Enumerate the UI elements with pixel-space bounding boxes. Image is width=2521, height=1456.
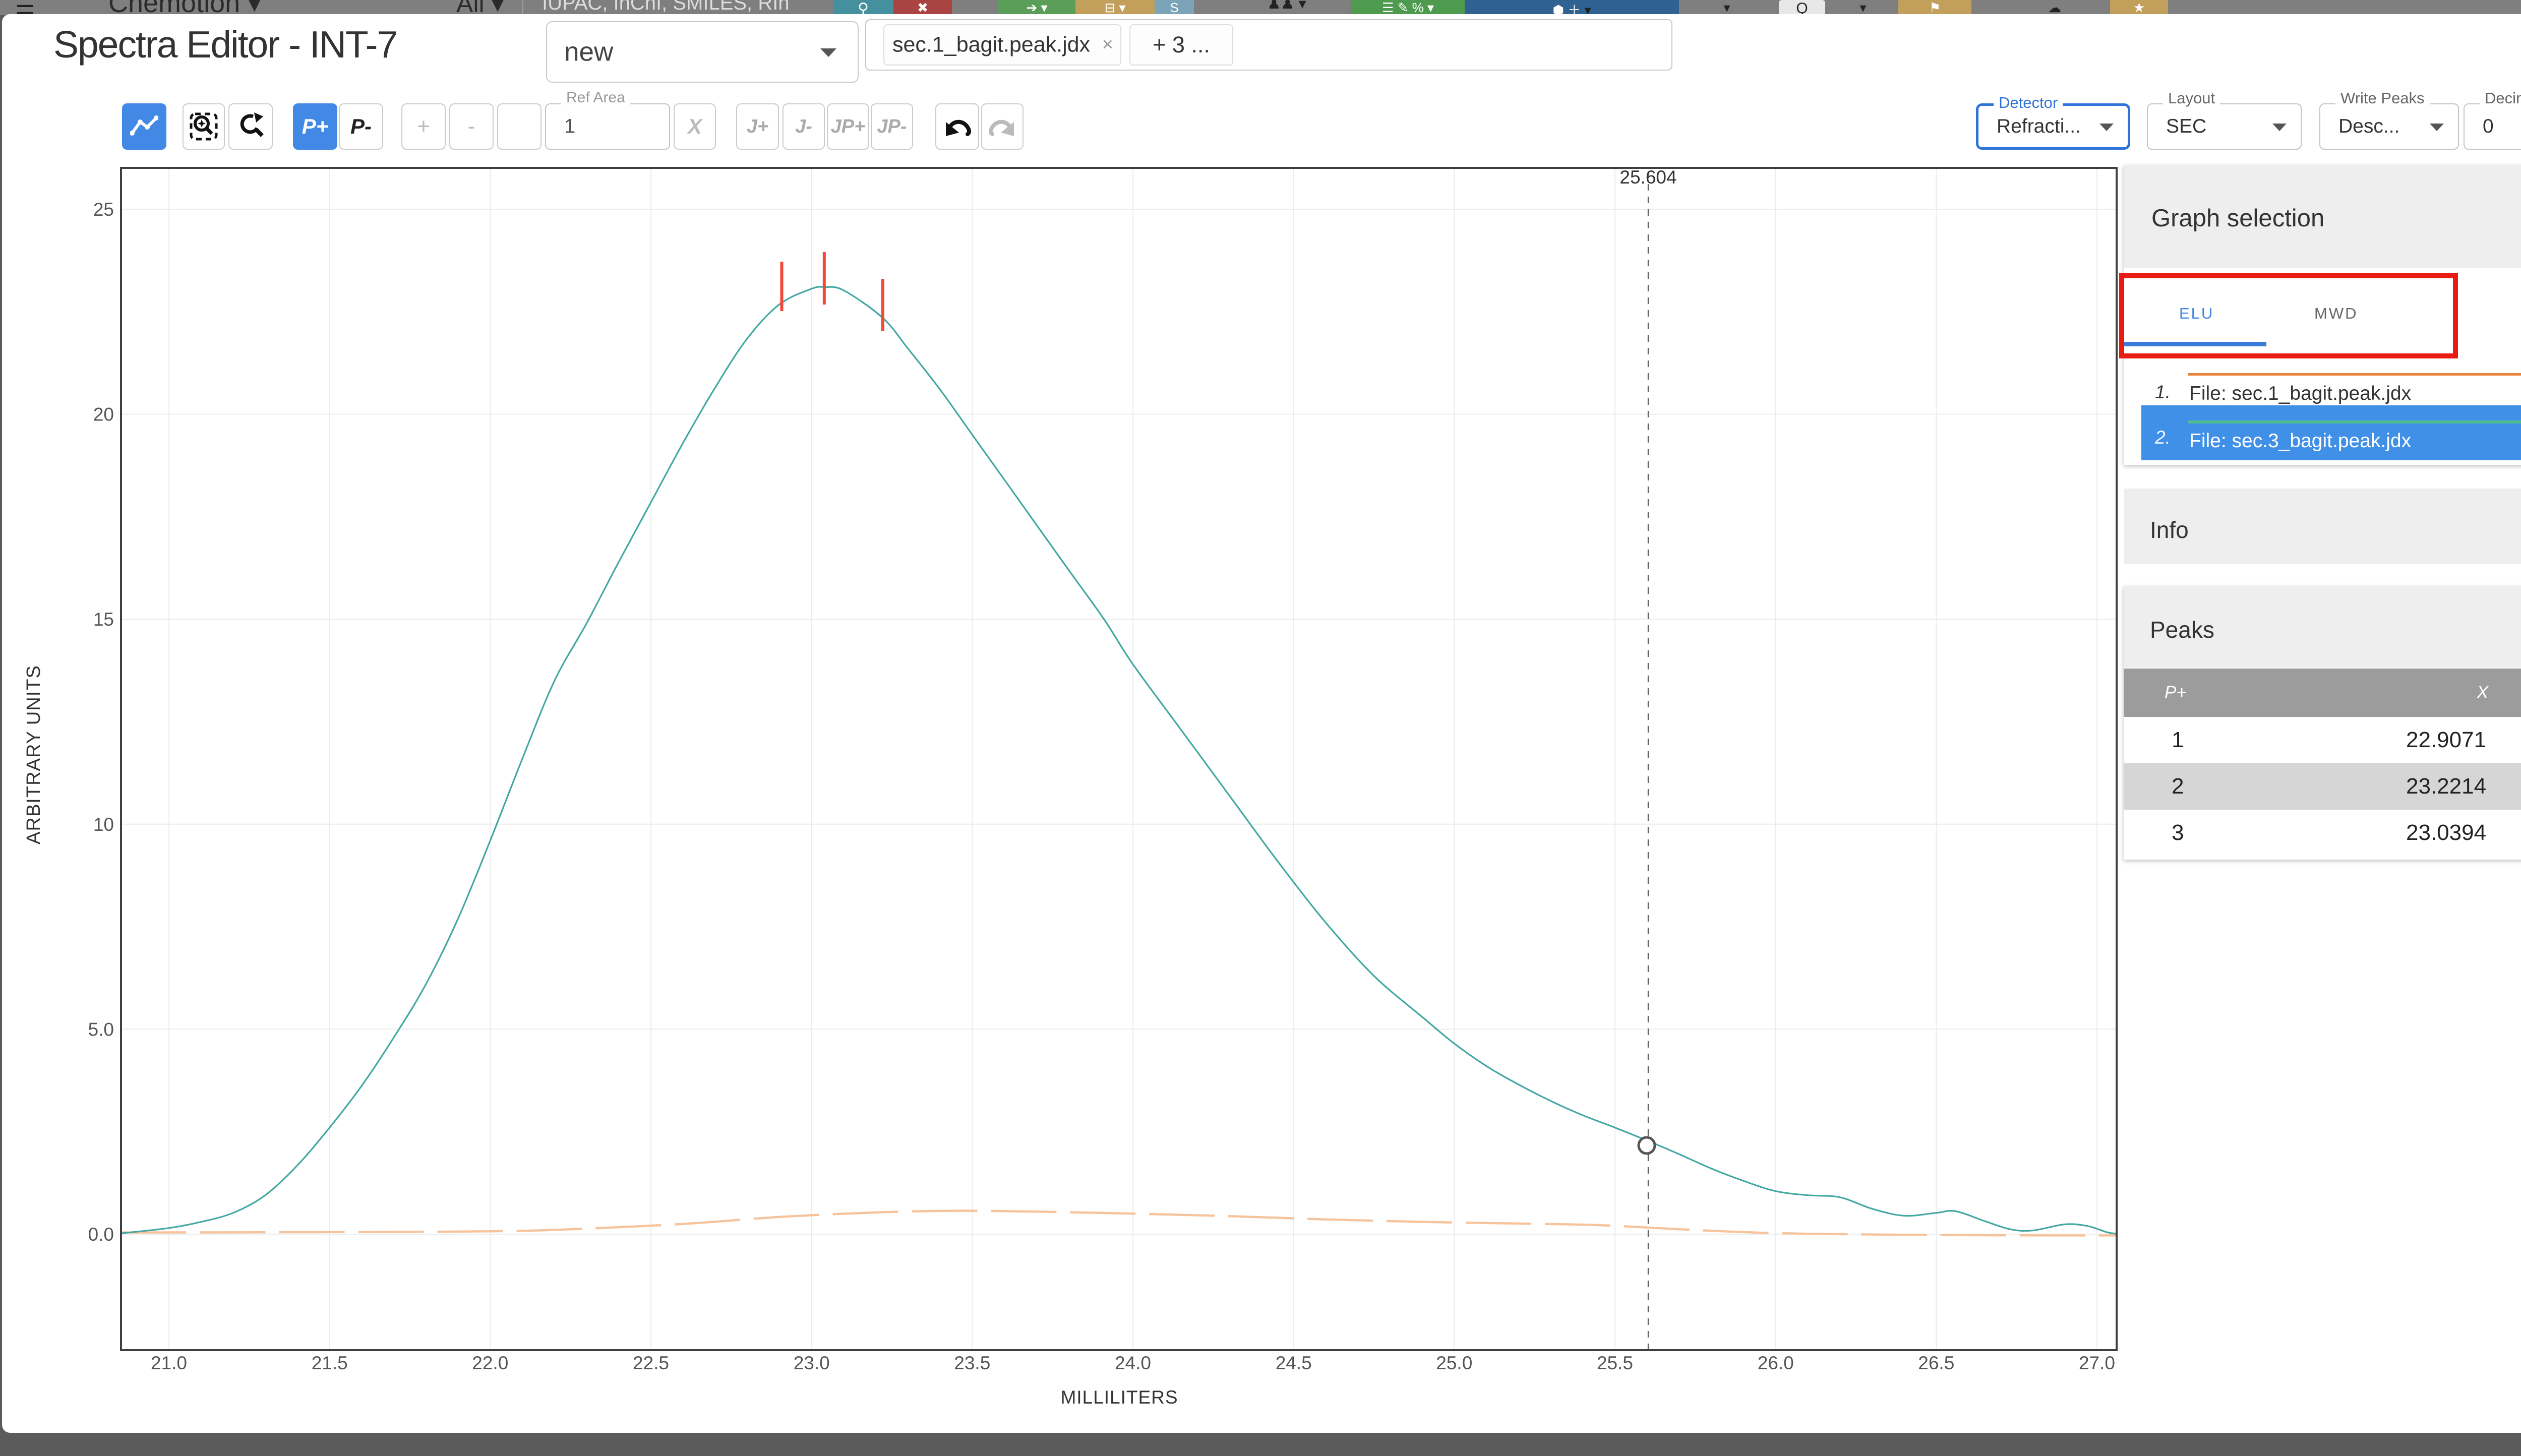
svg-text:25.5: 25.5 <box>1597 1353 1633 1373</box>
svg-text:27.0: 27.0 <box>2079 1353 2115 1373</box>
svg-text:21.5: 21.5 <box>312 1353 348 1373</box>
svg-text:26.5: 26.5 <box>1918 1353 1954 1373</box>
svg-text:5.0: 5.0 <box>88 1019 114 1040</box>
svg-text:25: 25 <box>93 199 114 220</box>
svg-text:21.0: 21.0 <box>151 1353 187 1373</box>
svg-text:20: 20 <box>93 404 114 425</box>
svg-text:26.0: 26.0 <box>1758 1353 1794 1373</box>
svg-text:24.5: 24.5 <box>1276 1353 1312 1373</box>
svg-text:23.5: 23.5 <box>954 1353 990 1373</box>
svg-text:25.604: 25.604 <box>1619 167 1676 188</box>
svg-text:22.0: 22.0 <box>472 1353 508 1373</box>
svg-text:ARBITRARY UNITS: ARBITRARY UNITS <box>23 665 44 844</box>
svg-text:10: 10 <box>93 814 114 835</box>
svg-text:23.0: 23.0 <box>794 1353 830 1373</box>
svg-text:15: 15 <box>93 609 114 630</box>
svg-text:MILLILITERS: MILLILITERS <box>1060 1387 1178 1408</box>
svg-text:0.0: 0.0 <box>88 1224 114 1245</box>
svg-text:24.0: 24.0 <box>1115 1353 1151 1373</box>
svg-text:22.5: 22.5 <box>633 1353 669 1373</box>
svg-text:25.0: 25.0 <box>1436 1353 1472 1373</box>
